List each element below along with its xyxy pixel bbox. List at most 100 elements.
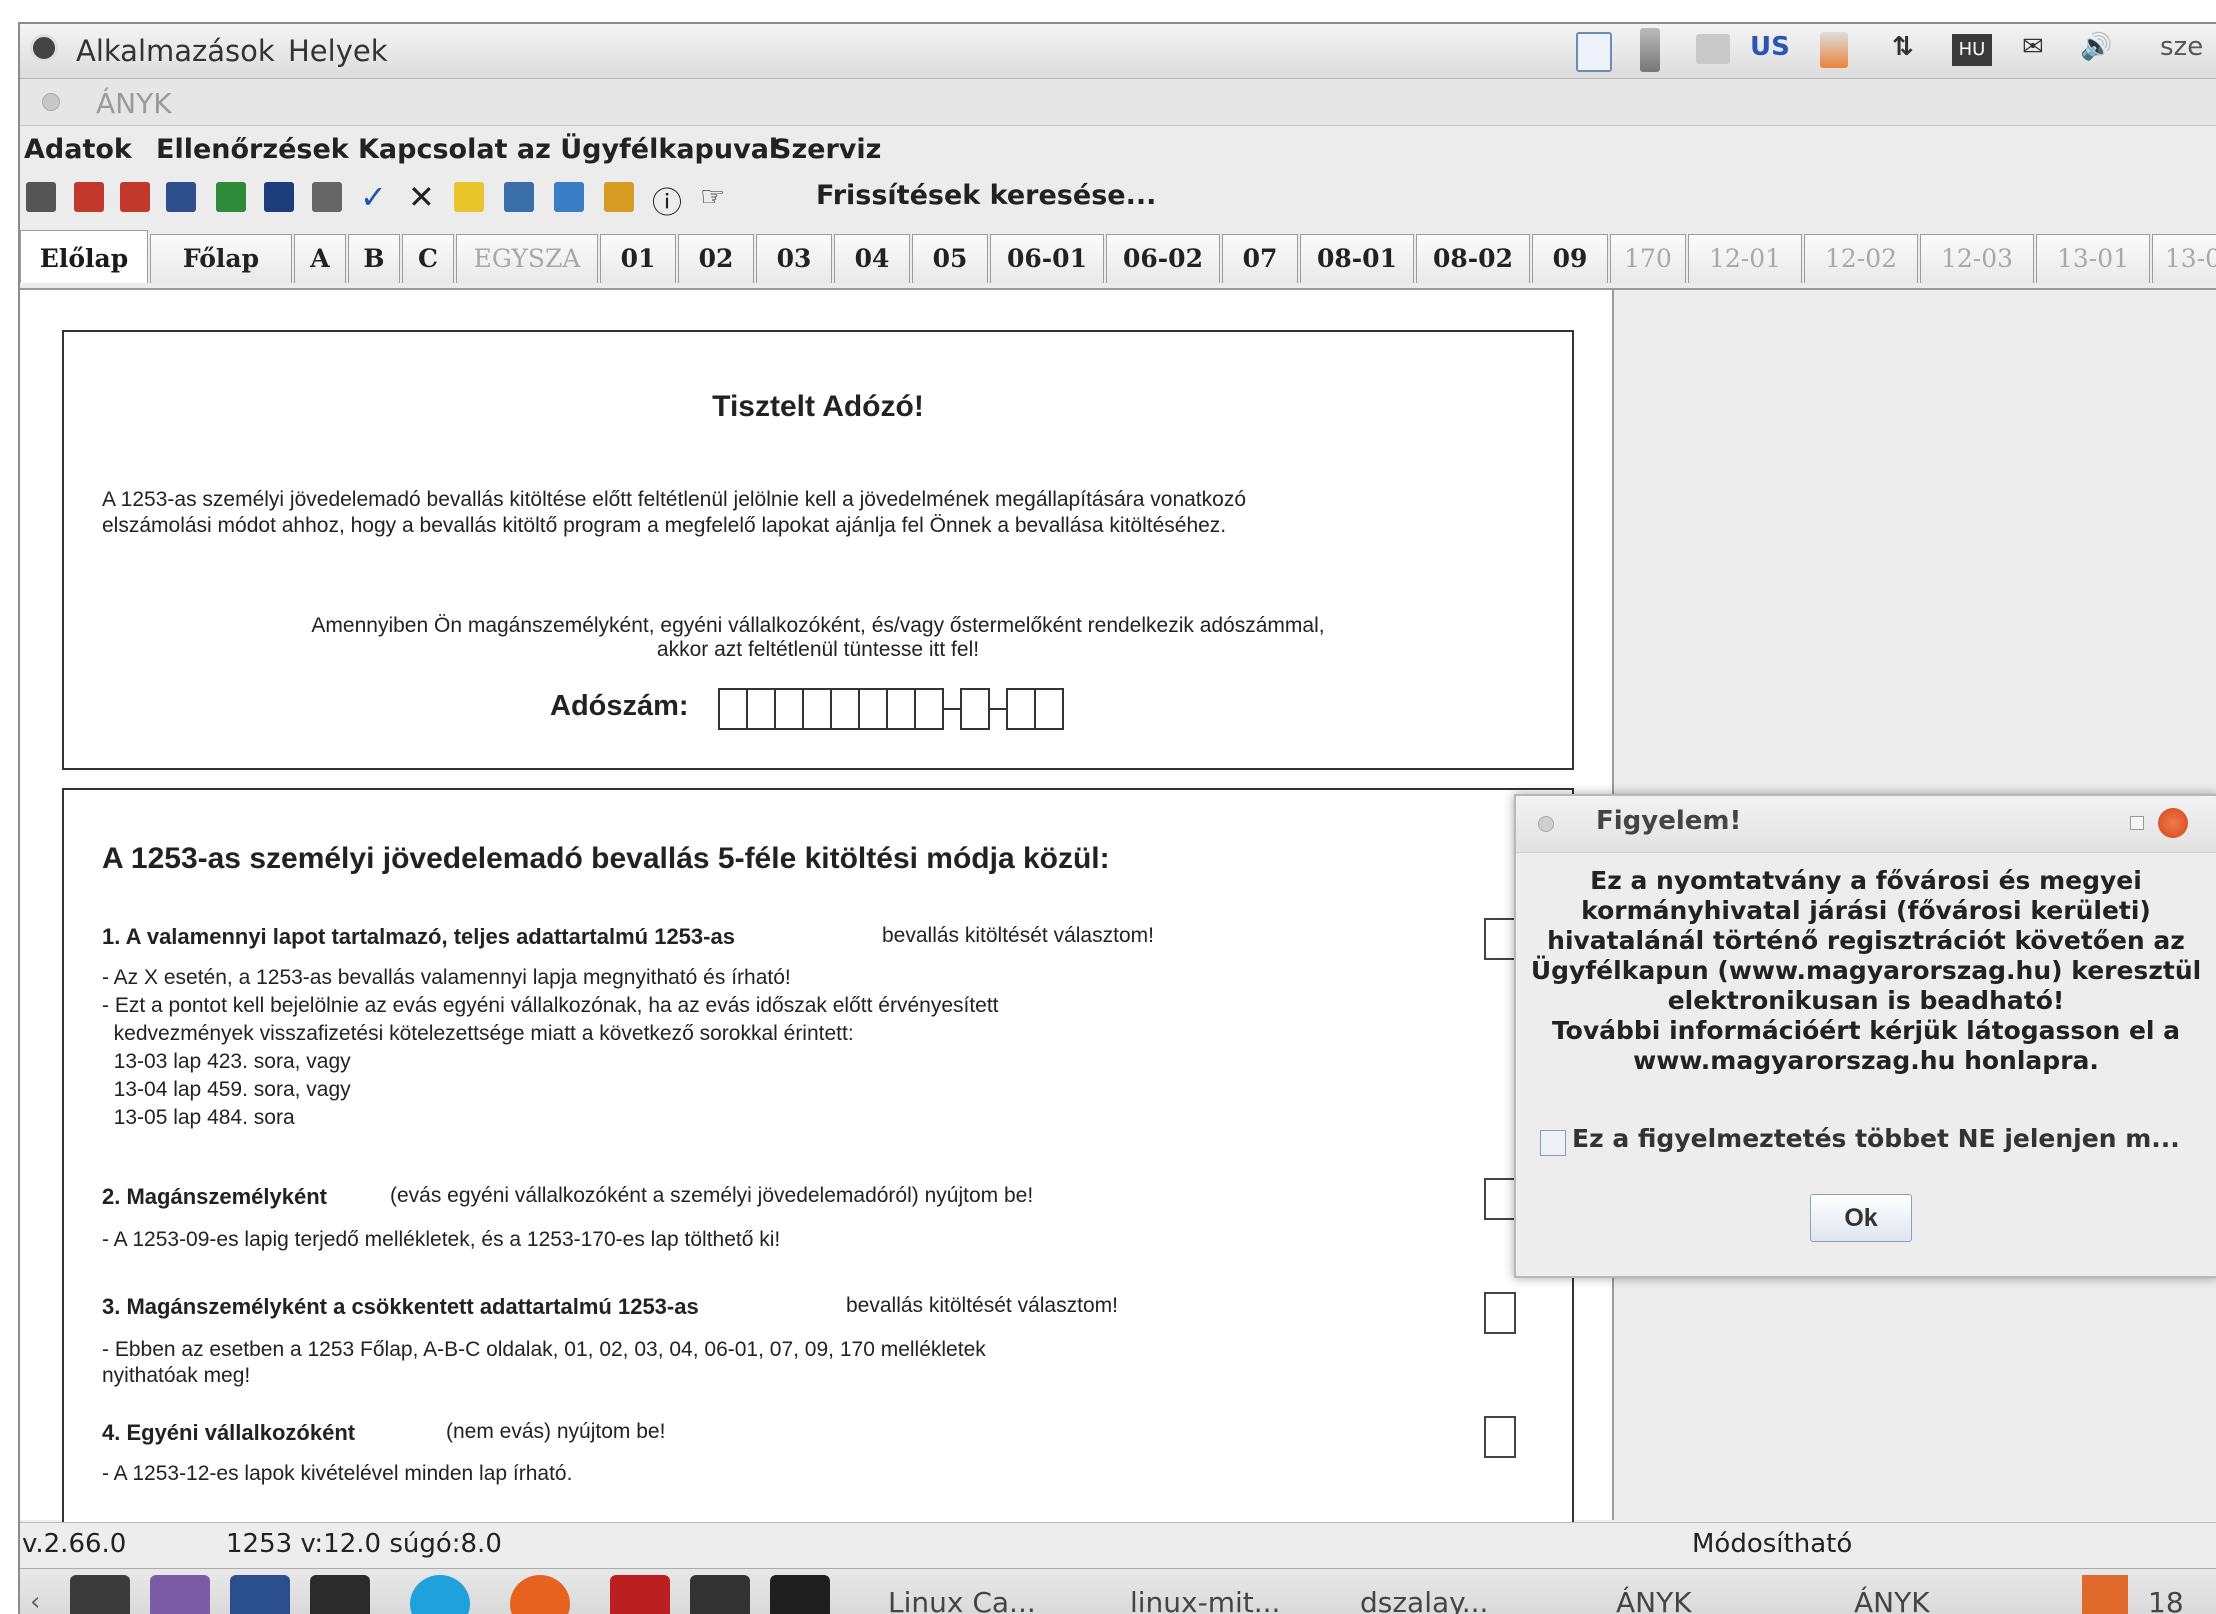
option4-title: 4. Egyéni vállalkozóként <box>102 1420 356 1445</box>
tab-06-02[interactable]: 06-02 <box>1106 234 1220 283</box>
check-updates-button[interactable]: Frissítések keresése... <box>816 180 1156 211</box>
skype-icon[interactable] <box>410 1575 470 1614</box>
mail-icon[interactable]: ✉ <box>2022 32 2044 62</box>
task-dszalay[interactable]: dszalay... <box>1360 1579 1488 1614</box>
intro-text-line2: elszámolási módot ahhoz, hogy a bevallás… <box>102 514 1227 537</box>
calculator-icon[interactable] <box>604 182 634 212</box>
menu-ugyfelkapu[interactable]: Kapcsolat az Ügyfélkapuval <box>358 134 778 165</box>
task-linux-mit[interactable]: linux-mit... <box>1130 1579 1280 1614</box>
task-anyk-1[interactable]: ÁNYK <box>1616 1579 1692 1614</box>
taxid-input[interactable] <box>718 688 1064 730</box>
save-icon[interactable] <box>74 182 104 212</box>
tab-főlap[interactable]: Főlap <box>150 234 292 283</box>
tab-13-01[interactable]: 13-01 <box>2036 234 2150 283</box>
tab-09[interactable]: 09 <box>1532 234 1608 283</box>
tab-13-0[interactable]: 13-0 <box>2152 234 2216 283</box>
dialog-message: Ez a nyomtatvány a fővárosi és megyei ko… <box>1520 866 2212 1076</box>
tab-04[interactable]: 04 <box>834 234 910 283</box>
option1-line: kedvezmények visszafizetési kötelezettsé… <box>102 1022 854 1045</box>
info-icon[interactable]: ⓘ <box>652 178 682 222</box>
dont-show-again-checkbox[interactable] <box>1540 1130 1566 1156</box>
update-icon[interactable] <box>1820 32 1848 68</box>
menu-szerviz[interactable]: Szerviz <box>772 134 881 165</box>
transfer-arrows-icon[interactable]: ⇅ <box>1892 32 1914 62</box>
tab-05[interactable]: 05 <box>912 234 988 283</box>
ok-button[interactable]: Ok <box>1810 1194 1912 1242</box>
delete-icon[interactable]: ✕ <box>408 178 435 216</box>
save-as-icon[interactable] <box>120 182 150 212</box>
tab-08-01[interactable]: 08-01 <box>1300 234 1414 283</box>
save-all-icon[interactable] <box>166 182 196 212</box>
dialog-maximize-icon[interactable] <box>2130 816 2144 830</box>
tab-12-01[interactable]: 12-01 <box>1688 234 1802 283</box>
attachment-icon[interactable] <box>554 182 584 212</box>
settings-icon[interactable] <box>310 1575 370 1614</box>
check-icon[interactable]: ✓ <box>360 178 387 216</box>
tab-170[interactable]: 170 <box>1610 234 1686 283</box>
top-panel: Alkalmazások Helyek US ⇅ HU ✉ 🔊 sze <box>20 24 2216 79</box>
dialog-close-icon[interactable] <box>2158 808 2188 838</box>
form-content: Tisztelt Adózó! A 1253-as személyi jöved… <box>20 290 1614 1552</box>
option1-checkbox[interactable] <box>1484 918 1516 960</box>
option1-line: 13-03 lap 423. sora, vagy <box>102 1050 351 1073</box>
greeting-heading: Tisztelt Adózó! <box>712 390 924 423</box>
tab-06-01[interactable]: 06-01 <box>990 234 1104 283</box>
applications-menu[interactable]: Alkalmazások <box>76 34 275 68</box>
tab-03[interactable]: 03 <box>756 234 832 283</box>
signature-icon[interactable] <box>504 182 534 212</box>
option1-line: - Az X esetén, a 1253-as bevallás valame… <box>102 966 791 989</box>
keyboard-layout[interactable]: US <box>1750 32 1790 62</box>
text-editor-icon[interactable] <box>690 1575 750 1614</box>
hu-badge-icon[interactable]: HU <box>1952 34 1992 66</box>
window-menu-icon[interactable] <box>42 93 60 111</box>
warning-dialog: Figyelem! Ez a nyomtatvány a fővárosi és… <box>1514 794 2216 1278</box>
menu-adatok[interactable]: Adatok <box>24 134 132 165</box>
terminal-icon[interactable] <box>770 1575 830 1614</box>
tab-a[interactable]: A <box>294 234 346 283</box>
filezilla-icon[interactable] <box>610 1575 670 1614</box>
clock-partial[interactable]: sze <box>2160 32 2203 62</box>
option1-suffix: bevallás kitöltését választom! <box>882 924 1154 947</box>
tab-b[interactable]: B <box>348 234 400 283</box>
notes-icon[interactable] <box>1576 32 1612 72</box>
tab-egysza[interactable]: EGYSZA <box>456 234 598 283</box>
search-icon[interactable] <box>230 1575 290 1614</box>
volume-icon[interactable]: 🔊 <box>2080 32 2112 62</box>
tab-07[interactable]: 07 <box>1222 234 1298 283</box>
places-menu[interactable]: Helyek <box>288 34 388 68</box>
new-form-icon[interactable] <box>26 182 56 212</box>
dialog-message-line: kormányhivatal járási (fővárosi kerületi… <box>1581 896 2151 925</box>
option2-checkbox[interactable] <box>1484 1178 1516 1220</box>
modes-box: A 1253-as személyi jövedelemadó bevallás… <box>62 788 1574 1552</box>
option2-line: - A 1253-09-es lapig terjedő mellékletek… <box>102 1228 781 1251</box>
tab-c[interactable]: C <box>402 234 454 283</box>
tab-08-02[interactable]: 08-02 <box>1416 234 1530 283</box>
option3-checkbox[interactable] <box>1484 1292 1516 1334</box>
tab-12-03[interactable]: 12-03 <box>1920 234 2034 283</box>
scroll-left-icon[interactable]: ‹ <box>30 1587 40 1614</box>
option4-checkbox[interactable] <box>1484 1416 1516 1458</box>
task-anyk-2[interactable]: ÁNYK <box>1854 1579 1930 1614</box>
dialog-menu-icon[interactable] <box>1538 816 1554 832</box>
firefox-icon[interactable] <box>510 1575 570 1614</box>
pointer-icon[interactable]: ☞ <box>700 180 725 213</box>
network-icon[interactable] <box>1696 34 1730 64</box>
edit-icon[interactable] <box>454 182 484 212</box>
print-icon[interactable] <box>312 182 342 212</box>
usb-icon[interactable] <box>1640 28 1660 72</box>
calendar-icon[interactable] <box>150 1575 210 1614</box>
tab-02[interactable]: 02 <box>678 234 754 283</box>
tab-12-02[interactable]: 12-02 <box>1804 234 1918 283</box>
task-linux-ca[interactable]: Linux Ca... <box>888 1579 1036 1614</box>
option2-suffix: (evás egyéni vállalkozóként a személyi j… <box>390 1184 1034 1207</box>
taskbar-clock[interactable]: 18 <box>2148 1579 2184 1614</box>
tab-01[interactable]: 01 <box>600 234 676 283</box>
import-icon[interactable] <box>216 182 246 212</box>
dont-show-again-label[interactable]: Ez a figyelmeztetés többet NE jelenjen m… <box>1572 1124 2180 1153</box>
workspace-switcher-icon[interactable] <box>2082 1575 2128 1614</box>
ubuntu-logo-icon[interactable] <box>30 34 58 62</box>
tab-előlap[interactable]: Előlap <box>20 230 148 283</box>
menu-ellenorzesek[interactable]: Ellenőrzések <box>156 134 349 165</box>
close-form-icon[interactable] <box>264 182 294 212</box>
dash-icon[interactable] <box>70 1575 130 1614</box>
